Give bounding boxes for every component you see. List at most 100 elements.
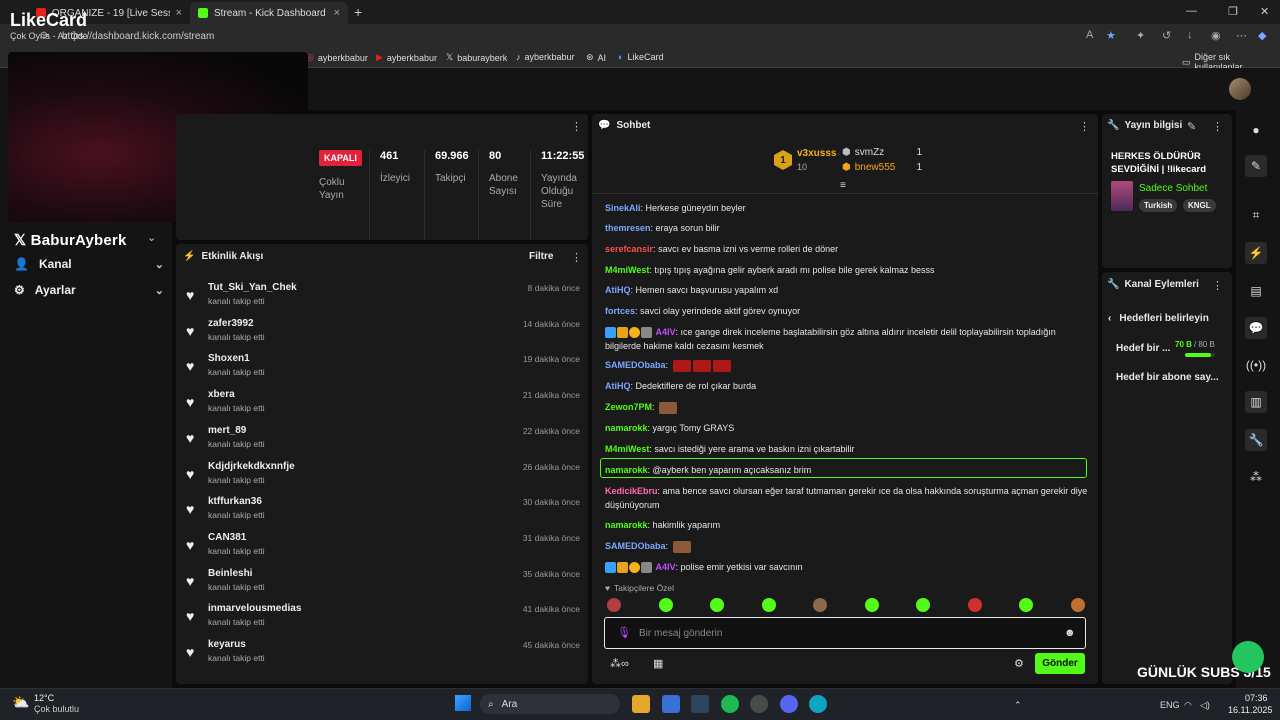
more-icon[interactable]: ⋮ [1079,120,1090,133]
wrench-icon[interactable]: 🔧 [1245,429,1267,451]
more-icon[interactable]: ⋮ [1212,279,1223,292]
emote-button[interactable] [916,598,930,612]
download-icon[interactable]: ↓ [1187,29,1193,41]
chevron-up-icon[interactable]: ⌃ [1014,700,1022,711]
emote-button[interactable] [813,598,827,612]
close-icon[interactable]: × [176,7,182,19]
edit-icon[interactable]: ✎ [1187,120,1196,133]
info-icon[interactable]: ● [1245,119,1267,141]
chat-username[interactable]: namarokk [605,520,648,530]
close-window-icon[interactable]: ✕ [1260,5,1269,18]
bookmark-likecard[interactable]: ◐ LikeCard [618,52,663,62]
chat-username[interactable]: SinekAli [605,203,641,213]
profile-icon[interactable]: ◉ [1211,29,1221,42]
bookmark-ai[interactable]: ⊛ AI [586,52,606,63]
leaderboard-entry[interactable]: ⬢ svmZz 1 [842,147,922,158]
chat-icon[interactable]: 💬 [1245,317,1267,339]
kick-fab-icon[interactable] [1232,641,1264,673]
minimize-icon[interactable]: — [1186,5,1197,17]
emote-button[interactable] [967,598,982,612]
activity-item[interactable]: ♥ zafer3992 kanalı takip etti 14 dakika önc… [186,318,580,348]
chat-username[interactable]: Zewon7PM [605,402,652,412]
history-icon[interactable]: ↺ [1162,29,1171,42]
emote-button[interactable] [761,598,776,612]
back-to-goals[interactable]: ‹ Hedefleri belirleyin [1108,313,1209,324]
volume-icon[interactable]: ◁) [1200,700,1210,711]
emote-button[interactable] [1019,598,1033,612]
nav-item-ayarlar[interactable]: ⚙ Ayarlar ⌄ [14,281,164,299]
taskbar-search[interactable]: ⌕ Ara [480,694,620,714]
chat-username[interactable]: AtiHQ [605,285,631,295]
points-icon[interactable]: ⁂∞ [610,657,629,670]
activity-item[interactable]: ♥ CAN381 kanalı takip etti 31 dakika önce [186,532,580,562]
activity-item[interactable]: ♥ xbera kanalı takip etti 21 dakika önce [186,389,580,419]
chat-username[interactable]: fortces [605,306,635,316]
chat-username[interactable]: AtiHQ [605,381,631,391]
chat-username[interactable]: SAMEDObaba [605,541,666,551]
file-explorer-icon[interactable] [632,695,650,713]
layout-icon[interactable]: ▥ [1245,391,1267,413]
windows-start-icon[interactable] [455,695,471,711]
edge-icon[interactable] [809,695,827,713]
chat-username[interactable]: A4IV [656,562,676,572]
extensions-icon[interactable]: ✦ [1136,29,1145,42]
activity-item[interactable]: ♥ inmarvelousmedias kanalı takip etti 41 da… [186,603,580,633]
maximize-icon[interactable]: ❐ [1228,5,1238,18]
favorite-star-icon[interactable]: ★ [1106,29,1116,42]
discord-icon[interactable] [780,695,798,713]
document-icon[interactable]: ▤ [1245,280,1267,302]
emote-button[interactable] [864,598,879,612]
broadcast-icon[interactable]: ((•)) [1245,354,1267,376]
more-icon[interactable]: ⋮ [571,120,582,133]
copilot-icon[interactable]: ◆ [1258,29,1266,42]
chat-username[interactable]: A4IV [656,327,676,337]
emoji-icon[interactable]: ☻ [1064,627,1076,639]
steam-icon[interactable] [691,695,709,713]
bolt-icon[interactable]: ⚡ [1245,242,1267,264]
filter-button[interactable]: Filtre [529,251,553,262]
edit-icon[interactable]: ✎ [1245,155,1267,177]
spotify-icon[interactable] [721,695,739,713]
bookmark-instagram[interactable]: ◎ ayberkbabur [306,52,368,63]
emote-button[interactable] [1070,598,1085,612]
filter-icon[interactable]: ≡ [840,180,846,191]
photos-icon[interactable] [662,695,680,713]
new-tab-button[interactable]: + [354,4,362,20]
chat-username[interactable]: themresen [605,223,651,233]
chevron-down-icon[interactable]: ⌄ [147,231,156,244]
activity-item[interactable]: ♥ ktffurkan36 kanalı takip etti 30 dakika ö… [186,496,580,526]
send-button[interactable]: Gönder [1035,653,1085,674]
community-icon[interactable]: ⁂ [1245,466,1267,488]
activity-item[interactable]: ♥ Kdjdjrkekdkxnnfje kanalı takip etti 26 da… [186,461,580,491]
goal-subscriber[interactable]: Hedef bir abone say... [1116,372,1219,383]
goal-follower[interactable]: Hedef bir ... [1116,343,1170,354]
tag-pill[interactable]: KNGL [1183,199,1216,212]
emote-button[interactable] [710,598,724,612]
capture-icon[interactable]: ⌗ [1245,204,1267,226]
activity-item[interactable]: ♥ mert_89 kanalı takip etti 22 dakika önce [186,425,580,455]
category-name[interactable]: Sadece Sohbet [1139,183,1207,194]
nav-item-kanal[interactable]: 👤 Kanal ⌄ [14,255,164,273]
chat-username[interactable]: namarokk [605,423,648,433]
activity-item[interactable]: ♥ Tut_Ski_Yan_Chek kanalı takip etti 8 daki… [186,282,580,312]
emote-button[interactable] [658,598,673,612]
emote-button[interactable] [607,598,621,612]
tag-pill[interactable]: Turkish [1139,199,1178,212]
chat-username[interactable]: serefcansir [605,244,653,254]
chat-username[interactable]: M4miWest [605,265,649,275]
more-icon[interactable]: ⋮ [1212,120,1223,133]
bookmark-x[interactable]: 𝕏baburayberk [446,52,507,63]
wifi-icon[interactable]: ◠ [1184,700,1192,711]
bookmark-youtube[interactable]: ▶ ayberkbabur [376,52,437,63]
read-aloud-icon[interactable]: A [1086,29,1093,41]
store-icon[interactable]: ▦ [653,657,663,670]
chat-username[interactable]: M4miWest [605,444,649,454]
more-icon[interactable]: ⋮ [571,251,582,264]
chat-username[interactable]: SAMEDObaba [605,360,666,370]
avatar[interactable] [1229,78,1251,100]
activity-item[interactable]: ♥ Shoxen1 kanalı takip etti 19 dakika önce [186,353,580,383]
more-icon[interactable]: ⋯ [1236,29,1247,42]
activity-item[interactable]: ♥ keyarus kanalı takip etti 45 dakika önce [186,639,580,669]
close-icon[interactable]: × [334,7,340,19]
microphone-icon[interactable]: 🎙 [617,626,631,639]
